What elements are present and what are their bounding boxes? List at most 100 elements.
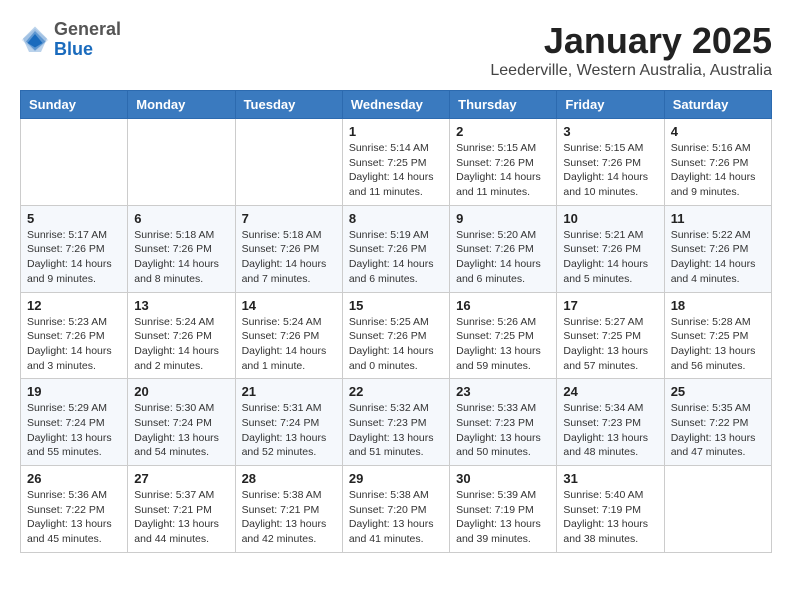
day-info: Sunrise: 5:23 AM Sunset: 7:26 PM Dayligh… bbox=[27, 315, 121, 374]
day-info: Sunrise: 5:40 AM Sunset: 7:19 PM Dayligh… bbox=[563, 488, 657, 547]
day-info: Sunrise: 5:16 AM Sunset: 7:26 PM Dayligh… bbox=[671, 141, 765, 200]
calendar-cell: 21 Sunrise: 5:31 AM Sunset: 7:24 PM Dayli… bbox=[235, 379, 342, 466]
day-info: Sunrise: 5:28 AM Sunset: 7:25 PM Dayligh… bbox=[671, 315, 765, 374]
calendar-cell: 30Sunrise: 5:39 AM Sunset: 7:19 PM Dayli… bbox=[450, 466, 557, 553]
day-number: 8 bbox=[349, 211, 443, 226]
calendar-cell: 20 Sunrise: 5:30 AM Sunset: 7:24 PM Dayli… bbox=[128, 379, 235, 466]
calendar-cell: 19 Sunrise: 5:29 AM Sunset: 7:24 PM Dayli… bbox=[21, 379, 128, 466]
calendar-cell: 18 Sunrise: 5:28 AM Sunset: 7:25 PM Dayli… bbox=[664, 292, 771, 379]
day-number: 14 bbox=[242, 298, 336, 313]
calendar-cell: 3Sunrise: 5:15 AM Sunset: 7:26 PM Daylig… bbox=[557, 119, 664, 206]
day-number: 27 bbox=[134, 471, 228, 486]
calendar-cell bbox=[664, 466, 771, 553]
day-info: Sunrise: 5:30 AM Sunset: 7:24 PM Dayligh… bbox=[134, 401, 228, 460]
calendar-cell bbox=[235, 119, 342, 206]
day-info: Sunrise: 5:39 AM Sunset: 7:19 PM Dayligh… bbox=[456, 488, 550, 547]
calendar-table: SundayMondayTuesdayWednesdayThursdayFrid… bbox=[20, 90, 772, 553]
day-info: Sunrise: 5:24 AM Sunset: 7:26 PM Dayligh… bbox=[134, 315, 228, 374]
day-info: Sunrise: 5:35 AM Sunset: 7:22 PM Dayligh… bbox=[671, 401, 765, 460]
day-number: 31 bbox=[563, 471, 657, 486]
calendar-cell: 6 Sunrise: 5:18 AM Sunset: 7:26 PM Daylig… bbox=[128, 205, 235, 292]
day-info: Sunrise: 5:38 AM Sunset: 7:20 PM Dayligh… bbox=[349, 488, 443, 547]
day-info: Sunrise: 5:33 AM Sunset: 7:23 PM Dayligh… bbox=[456, 401, 550, 460]
logo-icon bbox=[20, 25, 50, 55]
day-info: Sunrise: 5:14 AM Sunset: 7:25 PM Dayligh… bbox=[349, 141, 443, 200]
day-number: 3 bbox=[563, 124, 657, 139]
calendar-cell: 28Sunrise: 5:38 AM Sunset: 7:21 PM Dayli… bbox=[235, 466, 342, 553]
calendar-cell: 14Sunrise: 5:24 AM Sunset: 7:26 PM Dayli… bbox=[235, 292, 342, 379]
week-row-3: 12 Sunrise: 5:23 AM Sunset: 7:26 PM Dayli… bbox=[21, 292, 772, 379]
day-number: 29 bbox=[349, 471, 443, 486]
day-number: 15 bbox=[349, 298, 443, 313]
logo-general: General bbox=[54, 20, 121, 40]
day-info: Sunrise: 5:18 AM Sunset: 7:26 PM Dayligh… bbox=[134, 228, 228, 287]
calendar-cell bbox=[128, 119, 235, 206]
day-info: Sunrise: 5:29 AM Sunset: 7:24 PM Dayligh… bbox=[27, 401, 121, 460]
calendar-cell: 16Sunrise: 5:26 AM Sunset: 7:25 PM Dayli… bbox=[450, 292, 557, 379]
calendar-cell: 12 Sunrise: 5:23 AM Sunset: 7:26 PM Dayli… bbox=[21, 292, 128, 379]
day-header-wednesday: Wednesday bbox=[342, 91, 449, 119]
week-row-4: 19 Sunrise: 5:29 AM Sunset: 7:24 PM Dayli… bbox=[21, 379, 772, 466]
day-number: 18 bbox=[671, 298, 765, 313]
day-number: 20 bbox=[134, 384, 228, 399]
calendar-cell: 29 Sunrise: 5:38 AM Sunset: 7:20 PM Dayli… bbox=[342, 466, 449, 553]
calendar-cell: 25 Sunrise: 5:35 AM Sunset: 7:22 PM Dayli… bbox=[664, 379, 771, 466]
day-info: Sunrise: 5:26 AM Sunset: 7:25 PM Dayligh… bbox=[456, 315, 550, 374]
calendar-cell: 24 Sunrise: 5:34 AM Sunset: 7:23 PM Dayli… bbox=[557, 379, 664, 466]
calendar-cell: 5 Sunrise: 5:17 AM Sunset: 7:26 PM Daylig… bbox=[21, 205, 128, 292]
day-info: Sunrise: 5:37 AM Sunset: 7:21 PM Dayligh… bbox=[134, 488, 228, 547]
calendar-cell: 7Sunrise: 5:18 AM Sunset: 7:26 PM Daylig… bbox=[235, 205, 342, 292]
day-info: Sunrise: 5:18 AM Sunset: 7:26 PM Dayligh… bbox=[242, 228, 336, 287]
calendar-cell: 1 Sunrise: 5:14 AM Sunset: 7:25 PM Daylig… bbox=[342, 119, 449, 206]
day-number: 6 bbox=[134, 211, 228, 226]
day-number: 5 bbox=[27, 211, 121, 226]
day-info: Sunrise: 5:31 AM Sunset: 7:24 PM Dayligh… bbox=[242, 401, 336, 460]
calendar-cell bbox=[21, 119, 128, 206]
day-number: 13 bbox=[134, 298, 228, 313]
calendar-cell: 22 Sunrise: 5:32 AM Sunset: 7:23 PM Dayli… bbox=[342, 379, 449, 466]
location-title: Leederville, Western Australia, Australi… bbox=[490, 62, 772, 80]
day-number: 12 bbox=[27, 298, 121, 313]
week-row-1: 1 Sunrise: 5:14 AM Sunset: 7:25 PM Daylig… bbox=[21, 119, 772, 206]
calendar-cell: 15 Sunrise: 5:25 AM Sunset: 7:26 PM Dayli… bbox=[342, 292, 449, 379]
title-block: January 2025 Leederville, Western Austra… bbox=[490, 20, 772, 80]
calendar-cell: 26Sunrise: 5:36 AM Sunset: 7:22 PM Dayli… bbox=[21, 466, 128, 553]
calendar-cell: 10 Sunrise: 5:21 AM Sunset: 7:26 PM Dayli… bbox=[557, 205, 664, 292]
day-info: Sunrise: 5:15 AM Sunset: 7:26 PM Dayligh… bbox=[456, 141, 550, 200]
calendar-cell: 17 Sunrise: 5:27 AM Sunset: 7:25 PM Dayli… bbox=[557, 292, 664, 379]
day-header-friday: Friday bbox=[557, 91, 664, 119]
day-number: 28 bbox=[242, 471, 336, 486]
day-header-tuesday: Tuesday bbox=[235, 91, 342, 119]
day-info: Sunrise: 5:34 AM Sunset: 7:23 PM Dayligh… bbox=[563, 401, 657, 460]
logo-text: General Blue bbox=[54, 20, 121, 60]
calendar-header-row: SundayMondayTuesdayWednesdayThursdayFrid… bbox=[21, 91, 772, 119]
calendar-cell: 31 Sunrise: 5:40 AM Sunset: 7:19 PM Dayli… bbox=[557, 466, 664, 553]
day-info: Sunrise: 5:32 AM Sunset: 7:23 PM Dayligh… bbox=[349, 401, 443, 460]
day-number: 11 bbox=[671, 211, 765, 226]
week-row-5: 26Sunrise: 5:36 AM Sunset: 7:22 PM Dayli… bbox=[21, 466, 772, 553]
calendar-cell: 11Sunrise: 5:22 AM Sunset: 7:26 PM Dayli… bbox=[664, 205, 771, 292]
day-info: Sunrise: 5:20 AM Sunset: 7:26 PM Dayligh… bbox=[456, 228, 550, 287]
day-number: 2 bbox=[456, 124, 550, 139]
day-number: 9 bbox=[456, 211, 550, 226]
logo-blue: Blue bbox=[54, 40, 121, 60]
day-info: Sunrise: 5:17 AM Sunset: 7:26 PM Dayligh… bbox=[27, 228, 121, 287]
day-number: 19 bbox=[27, 384, 121, 399]
day-info: Sunrise: 5:25 AM Sunset: 7:26 PM Dayligh… bbox=[349, 315, 443, 374]
day-info: Sunrise: 5:36 AM Sunset: 7:22 PM Dayligh… bbox=[27, 488, 121, 547]
day-header-monday: Monday bbox=[128, 91, 235, 119]
day-number: 21 bbox=[242, 384, 336, 399]
day-number: 10 bbox=[563, 211, 657, 226]
day-number: 23 bbox=[456, 384, 550, 399]
calendar-cell: 13 Sunrise: 5:24 AM Sunset: 7:26 PM Dayli… bbox=[128, 292, 235, 379]
day-number: 25 bbox=[671, 384, 765, 399]
calendar-cell: 9 Sunrise: 5:20 AM Sunset: 7:26 PM Daylig… bbox=[450, 205, 557, 292]
day-number: 17 bbox=[563, 298, 657, 313]
day-info: Sunrise: 5:27 AM Sunset: 7:25 PM Dayligh… bbox=[563, 315, 657, 374]
day-number: 1 bbox=[349, 124, 443, 139]
day-header-sunday: Sunday bbox=[21, 91, 128, 119]
day-number: 22 bbox=[349, 384, 443, 399]
month-title: January 2025 bbox=[490, 20, 772, 62]
day-info: Sunrise: 5:21 AM Sunset: 7:26 PM Dayligh… bbox=[563, 228, 657, 287]
day-number: 24 bbox=[563, 384, 657, 399]
